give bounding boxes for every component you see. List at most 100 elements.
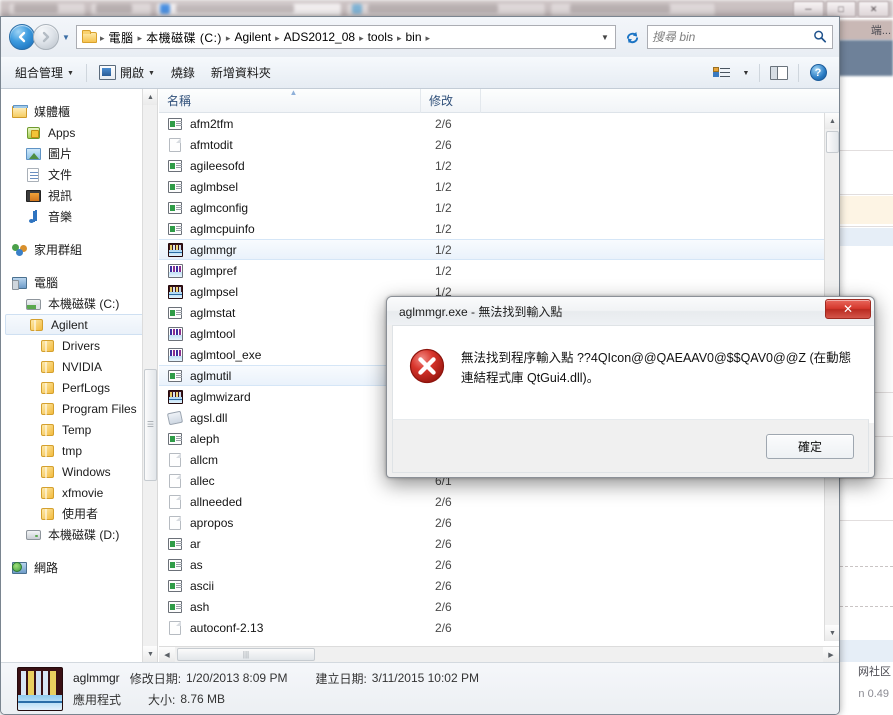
sidebar-item-agilent[interactable]: Agilent <box>5 314 153 335</box>
sidebar-item-program-files[interactable]: Program Files <box>1 398 157 419</box>
search-input[interactable] <box>652 30 814 44</box>
table-row[interactable]: as 2/6 <box>159 554 824 575</box>
dialog-footer: 確定 <box>392 419 869 473</box>
sidebar-item-label: PerfLogs <box>62 380 111 395</box>
recent-locations-button[interactable]: ▼ <box>59 24 73 50</box>
view-options-button[interactable] <box>707 61 737 85</box>
dialog-content: 無法找到程序輸入點 ??4QIcon@@QAEAAV0@$$QAV0@@Z (在… <box>392 325 874 423</box>
sidebar-item-libraries[interactable]: 媒體櫃 <box>1 101 157 122</box>
sidebar-item-computer[interactable]: 電腦 <box>1 272 157 293</box>
waveform-app-icon <box>17 666 63 711</box>
file-icon <box>167 494 184 510</box>
sidebar-item-local-disk-d[interactable]: 本機磁碟 (D:) <box>1 524 157 545</box>
scroll-right-icon[interactable]: ▶ <box>823 647 839 662</box>
sidebar-item-windows[interactable]: Windows <box>1 461 157 482</box>
scroll-up-icon[interactable]: ▲ <box>825 113 839 129</box>
breadcrumb-item-agilent[interactable]: Agilent <box>231 28 274 46</box>
column-header-modified[interactable]: 修改 <box>421 89 481 113</box>
error-dialog: aglmmgr.exe - 無法找到輸入點 ✕ 無法找到程序輸入點 ??4QIc… <box>386 296 875 478</box>
window-controls[interactable]: ─ □ ✕ <box>793 1 890 17</box>
scroll-thumb[interactable]: ||| <box>177 648 315 661</box>
preview-pane-button[interactable] <box>764 61 794 85</box>
breadcrumb-item-bin[interactable]: bin <box>402 28 424 46</box>
table-row[interactable]: aglmconfig 1/2 <box>159 197 824 218</box>
search-box[interactable] <box>647 25 833 49</box>
dll-icon <box>166 410 184 426</box>
close-icon[interactable]: ✕ <box>825 299 871 319</box>
burn-button[interactable]: 燒錄 <box>163 61 203 85</box>
sidebar-item-tmp[interactable]: tmp <box>1 440 157 461</box>
scroll-down-icon[interactable]: ▼ <box>825 625 839 641</box>
table-row[interactable]: afm2tfm 2/6 <box>159 113 824 134</box>
folder-icon <box>39 485 57 501</box>
toolbar-separator <box>798 63 799 82</box>
table-row[interactable]: afmtodit 2/6 <box>159 134 824 155</box>
table-row-selected[interactable]: aglmmgr 1/2 <box>159 239 824 260</box>
table-row[interactable]: aglmpref 1/2 <box>159 260 824 281</box>
sidebar-item-perflogs[interactable]: PerfLogs <box>1 377 157 398</box>
sidebar-item-label: Apps <box>48 125 76 140</box>
sidebar-item-music[interactable]: 音樂 <box>1 206 157 227</box>
scroll-thumb[interactable]: ☰ <box>144 369 157 481</box>
table-row[interactable]: aglmbsel 1/2 <box>159 176 824 197</box>
sidebar-item-xfmovie[interactable]: xfmovie <box>1 482 157 503</box>
sidebar-item-apps[interactable]: Apps <box>1 122 157 143</box>
sidebar-item-videos[interactable]: 視訊 <box>1 185 157 206</box>
scroll-left-icon[interactable]: ◀ <box>159 647 175 662</box>
dialog-title-bar: aglmmgr.exe - 無法找到輸入點 ✕ <box>387 297 874 325</box>
apps-icon <box>25 125 43 141</box>
scroll-down-icon[interactable]: ▼ <box>143 646 157 662</box>
sidebar-item-local-disk-c[interactable]: 本機磁碟 (C:) <box>1 293 157 314</box>
breadcrumb-item-ads2012[interactable]: ADS2012_08 <box>281 28 358 46</box>
breadcrumb-item-computer[interactable]: 電腦 <box>106 27 137 48</box>
sidebar-item-nvidia[interactable]: NVIDIA <box>1 356 157 377</box>
navigation-scrollbar[interactable]: ▲ ☰ ▼ <box>142 89 157 662</box>
table-row[interactable]: allneeded 2/6 <box>159 491 824 512</box>
organize-button[interactable]: 組合管理 ▼ <box>7 61 82 85</box>
exe-icon <box>167 305 184 321</box>
file-list-horizontal-scrollbar[interactable]: ◀ ||| ▶ <box>159 646 839 662</box>
minimize-icon[interactable]: ─ <box>793 1 824 17</box>
chevron-down-icon[interactable]: ▼ <box>597 33 613 42</box>
scroll-thumb[interactable] <box>826 131 839 153</box>
table-row[interactable]: ascii 2/6 <box>159 575 824 596</box>
sidebar-item-pictures[interactable]: 圖片 <box>1 143 157 164</box>
back-button[interactable] <box>9 24 35 50</box>
maximize-icon[interactable]: □ <box>825 1 857 17</box>
forward-button[interactable] <box>33 24 59 50</box>
sidebar-item-homegroup[interactable]: 家用群組 <box>1 239 157 260</box>
table-row[interactable]: autoconf-2.13 2/6 <box>159 617 824 638</box>
details-modified-key: 修改日期: <box>129 671 182 686</box>
sidebar-item-label: 網路 <box>34 561 59 575</box>
breadcrumb-item-tools[interactable]: tools <box>365 28 396 46</box>
help-button[interactable]: ? <box>803 61 833 85</box>
refresh-icon[interactable] <box>620 25 644 49</box>
breadcrumb[interactable]: ▸ 電腦 ▸ 本機磁碟 (C:) ▸ Agilent ▸ ADS2012_08 … <box>76 25 616 49</box>
column-header-name[interactable]: ▲ 名稱 <box>159 89 421 113</box>
table-row[interactable]: ar 2/6 <box>159 533 824 554</box>
scroll-up-icon[interactable]: ▲ <box>143 89 157 105</box>
folder-icon <box>39 338 57 354</box>
open-button[interactable]: 開啟 ▼ <box>91 61 163 85</box>
new-folder-button[interactable]: 新增資料夾 <box>203 61 279 85</box>
sidebar-item-label: 媒體櫃 <box>34 105 71 119</box>
file-name: ar <box>190 536 201 551</box>
ok-button[interactable]: 確定 <box>766 433 854 459</box>
breadcrumb-item-local-disk[interactable]: 本機磁碟 (C:) <box>143 27 225 48</box>
view-options-dropdown[interactable]: ▼ <box>737 61 755 85</box>
table-row[interactable]: agileesofd 1/2 <box>159 155 824 176</box>
table-row[interactable]: ash 2/6 <box>159 596 824 617</box>
close-icon[interactable]: ✕ <box>858 1 890 17</box>
sidebar-item-label: Program Files <box>62 401 137 416</box>
sidebar-item-users[interactable]: 使用者 <box>1 503 157 524</box>
exe-icon <box>167 431 184 447</box>
table-row[interactable]: apropos 2/6 <box>159 512 824 533</box>
sidebar-item-network[interactable]: 網路 <box>1 557 157 578</box>
sidebar-item-temp[interactable]: Temp <box>1 419 157 440</box>
sidebar-item-label: 圖片 <box>48 147 73 161</box>
table-row[interactable]: aglmcpuinfo 1/2 <box>159 218 824 239</box>
sidebar-item-documents[interactable]: 文件 <box>1 164 157 185</box>
sidebar-item-drivers[interactable]: Drivers <box>1 335 157 356</box>
